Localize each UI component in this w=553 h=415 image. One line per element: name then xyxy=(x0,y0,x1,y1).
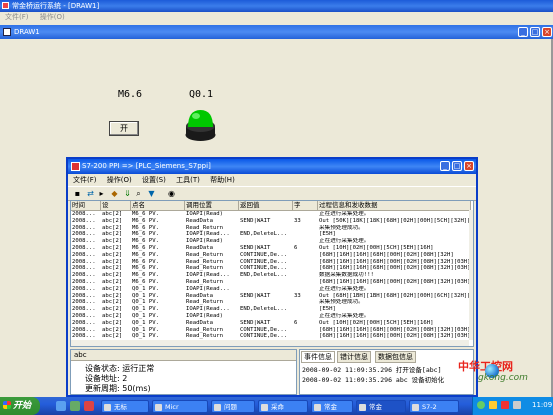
popup-menu-tools[interactable]: 工具(T) xyxy=(176,176,200,184)
task-button-5[interactable]: 常金 xyxy=(311,400,353,413)
draw-window-title: DRAW1 xyxy=(14,28,40,36)
popup-menu-bar: 文件(F) 操作(O) 设置(S) 工具(T) 帮助(H) xyxy=(68,174,476,186)
task-app-icon xyxy=(314,404,321,411)
task-button-4[interactable]: 采命 xyxy=(258,400,308,413)
tab-packet-info[interactable]: 数据包信息 xyxy=(375,351,416,363)
task-button-2[interactable]: Micr xyxy=(152,400,208,413)
tray-app-icon[interactable] xyxy=(513,401,521,409)
device-status-panel: abc 设备状态: 运行正常 设备地址: 2 更新周期: 50(ms) xyxy=(70,349,297,395)
task-button-1[interactable]: 无标 xyxy=(101,400,149,413)
tray-volume-icon[interactable] xyxy=(489,401,497,409)
tray-network-icon[interactable] xyxy=(477,401,485,409)
quicklaunch-ie-icon[interactable] xyxy=(56,401,66,411)
log-horizontal-scrollbar[interactable] xyxy=(71,340,469,346)
minimize-icon[interactable]: _ xyxy=(518,27,528,37)
popup-minimize-icon[interactable]: _ xyxy=(440,161,450,171)
app-title: 常金桥运行系统 - [DRAW1] xyxy=(12,2,100,10)
tab-error-info[interactable]: 错计信息 xyxy=(337,351,371,363)
taskbar-clock: 11:09 xyxy=(532,401,553,409)
open-button[interactable]: 开 xyxy=(109,121,139,136)
app-icon xyxy=(2,2,9,9)
task-label: 无标 xyxy=(114,403,127,411)
update-period-line: 更新周期: 50(ms) xyxy=(85,384,151,393)
log-table: 时间 设 点名 调用位置 返回值 字 过程信息和发收数据 2008... abc[… xyxy=(70,200,474,347)
windows-logo-icon xyxy=(3,401,11,409)
popup-menu-operate[interactable]: 操作(O) xyxy=(107,176,132,184)
popup-title: S7-200 PPI => [PLC_Siemens_S7ppi] xyxy=(82,162,211,170)
popup-title-bar[interactable]: S7-200 PPI => [PLC_Siemens_S7ppi] _ □ × xyxy=(68,159,476,174)
task-app-icon xyxy=(359,404,366,411)
task-app-icon xyxy=(214,404,221,411)
draw-window-title-bar: DRAW1 _ □ × xyxy=(0,25,553,39)
save-icon[interactable]: ▪ xyxy=(73,189,82,198)
close-icon[interactable]: × xyxy=(542,27,552,37)
tab-event-info[interactable]: 事件信息 xyxy=(301,351,335,363)
watermark-url: gkong.com xyxy=(478,373,528,383)
step-icon[interactable]: ▸ xyxy=(97,189,106,198)
maximize-icon[interactable]: □ xyxy=(530,27,540,37)
task-label: 常金 xyxy=(369,403,382,411)
label-q01: Q0.1 xyxy=(189,89,214,100)
event-panel: 事件信息 错计信息 数据包信息 2008-09-02 11:09:35.296 … xyxy=(299,349,474,395)
col-return[interactable]: 返回值 xyxy=(239,201,293,210)
task-button-3[interactable]: 问题 xyxy=(211,400,255,413)
label-m66: M6.6 xyxy=(118,89,143,100)
draw-window-icon xyxy=(3,28,11,36)
popup-close-icon[interactable]: × xyxy=(464,161,474,171)
popup-menu-settings[interactable]: 设置(S) xyxy=(142,176,166,184)
popup-menu-help[interactable]: 帮助(H) xyxy=(210,176,235,184)
arrow-down-icon[interactable]: ⇓ xyxy=(123,189,132,198)
log-vertical-scrollbar[interactable] xyxy=(469,210,473,340)
task-app-icon xyxy=(412,404,419,411)
app-title-bar: 常金桥运行系统 - [DRAW1] xyxy=(0,0,553,12)
menu-operate[interactable]: 操作(O) xyxy=(40,13,65,21)
event-line: 2008-09-02 11:09:35.296 打开设备[abc] xyxy=(302,366,442,374)
quicklaunch-media-icon[interactable] xyxy=(84,401,94,411)
col-device[interactable]: 设 xyxy=(101,201,131,210)
task-label: 问题 xyxy=(224,403,237,411)
popup-app-icon xyxy=(71,162,80,171)
popup-maximize-icon[interactable]: □ xyxy=(452,161,462,171)
col-bytes[interactable]: 字 xyxy=(293,201,318,210)
popup-menu-file[interactable]: 文件(F) xyxy=(73,176,97,184)
quicklaunch-desktop-icon[interactable] xyxy=(70,401,80,411)
device-status-header: abc xyxy=(71,350,296,361)
indicator-lamp-icon xyxy=(185,110,216,141)
col-process-data[interactable]: 过程信息和发收数据 xyxy=(318,201,471,210)
task-app-icon xyxy=(261,404,268,411)
task-label: S7-2 xyxy=(422,403,437,411)
app-menu-bar: 文件(F) 操作(O) xyxy=(0,12,553,23)
connect-icon[interactable]: ⇄ xyxy=(86,189,95,198)
tray-alert-icon[interactable] xyxy=(501,401,509,409)
task-button-6[interactable]: 常金 xyxy=(356,400,406,413)
bookmark-icon[interactable]: ◆ xyxy=(110,189,119,198)
col-caller[interactable]: 调用位置 xyxy=(185,201,239,210)
eye-icon[interactable]: ◉ xyxy=(167,189,176,198)
menu-file[interactable]: 文件(F) xyxy=(5,13,29,21)
start-label: 开始 xyxy=(13,401,32,411)
popup-toolbar: ▪ ⇄ ▸ ◆ ⇓ ⌕ ▼ ◉ xyxy=(68,186,476,201)
task-button-7[interactable]: S7-2 xyxy=(409,400,459,413)
col-time[interactable]: 时间 xyxy=(71,201,101,210)
start-button[interactable]: 开始 xyxy=(0,397,40,415)
task-app-icon xyxy=(104,404,111,411)
driver-debug-window: S7-200 PPI => [PLC_Siemens_S7ppi] _ □ × … xyxy=(66,157,478,397)
zoom-icon[interactable]: ⌕ xyxy=(134,189,143,198)
filter-icon[interactable]: ▼ xyxy=(147,189,156,198)
event-line: 2008-09-02 11:09:35.296 abc 设备初始化 xyxy=(302,376,445,384)
task-label: 采命 xyxy=(271,403,284,411)
task-label: Micr xyxy=(165,403,179,411)
log-table-header: 时间 设 点名 调用位置 返回值 字 过程信息和发收数据 xyxy=(71,201,471,211)
task-label: 常金 xyxy=(324,403,337,411)
col-point[interactable]: 点名 xyxy=(131,201,185,210)
task-app-icon xyxy=(155,404,162,411)
